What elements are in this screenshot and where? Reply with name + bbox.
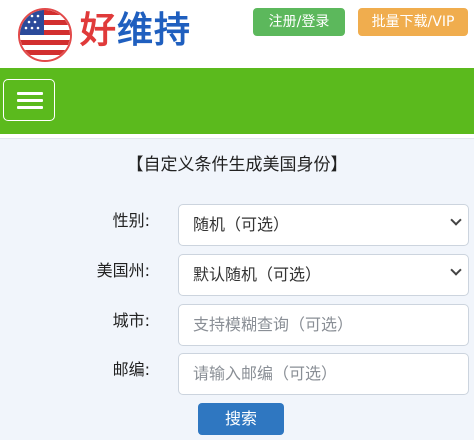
hamburger-menu-icon [17,92,43,95]
batch-download-vip-button[interactable]: 批量下载/VIP [358,8,468,36]
login-register-button[interactable]: 注册/登录 [253,8,345,36]
hamburger-menu-icon [17,106,43,109]
top-navbar [0,68,474,134]
state-select[interactable]: 默认随机（可选） [178,254,469,296]
brand-name[interactable]: 好维持 [80,6,191,56]
search-button[interactable]: 搜索 [198,403,284,435]
zip-input[interactable]: 请输入邮编（可选） [178,353,469,395]
state-label: 美国州: [96,261,150,280]
zip-label: 邮编: [112,360,150,379]
city-label: 城市: [112,311,150,330]
site-header: 好维持 注册/登录 批量下载/VIP [0,0,474,66]
form-title: 【自定义条件生成美国身份】 [126,155,348,175]
gender-label: 性别: [112,211,150,230]
us-flag-logo-icon[interactable] [18,8,72,62]
hamburger-menu-button[interactable] [3,79,55,121]
gender-select[interactable]: 随机（可选） [178,204,469,246]
city-input[interactable]: 支持模糊查询（可选） [178,304,469,346]
hamburger-menu-icon [17,99,43,102]
